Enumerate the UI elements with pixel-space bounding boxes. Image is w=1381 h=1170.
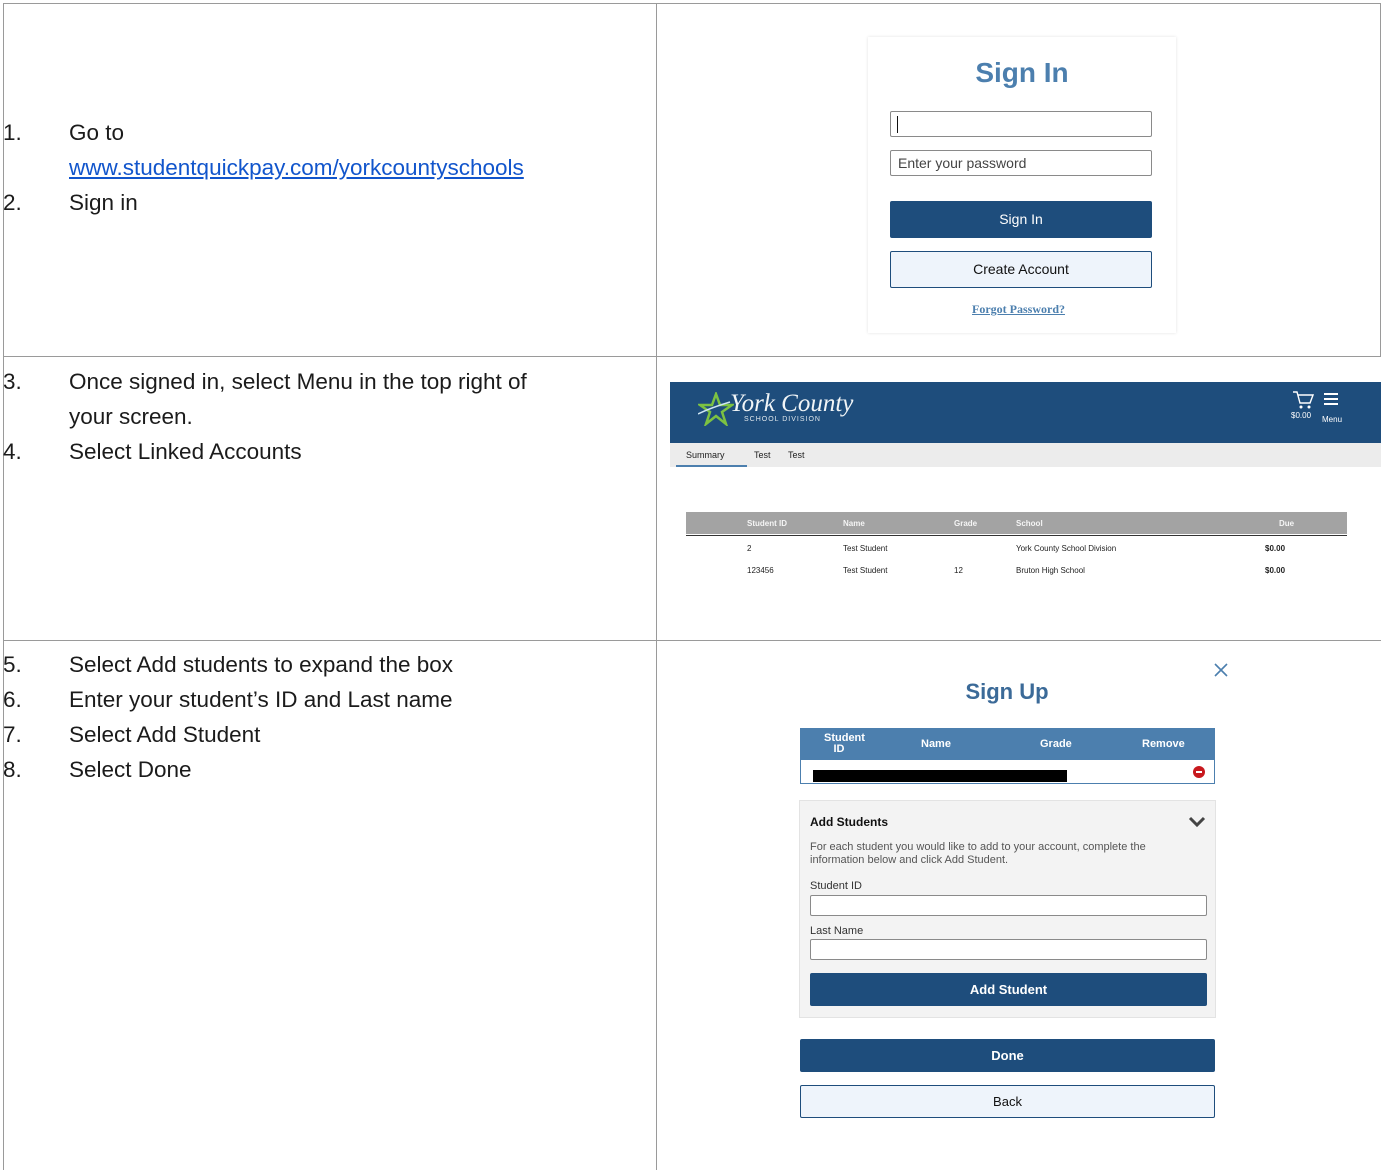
- col-name: Name: [843, 519, 865, 528]
- add-student-label: Add Student: [969, 982, 1048, 997]
- cart-icon[interactable]: [1292, 390, 1314, 410]
- text-caret: [897, 116, 898, 133]
- signin-title: Sign In: [975, 57, 1069, 88]
- cell-name: Test Student: [843, 544, 888, 553]
- col-remove: Remove: [1142, 738, 1185, 750]
- dashboard-tabs: Summary Test Test: [670, 443, 1381, 467]
- step-1: 1. Go to www.studentquickpay.com/yorkcou…: [3, 115, 653, 185]
- redacted-student-info: [813, 770, 1067, 782]
- step-text: your screen.: [69, 404, 193, 429]
- add-students-panel: Add Students For each student you would …: [799, 800, 1216, 1018]
- remove-icon[interactable]: [1193, 766, 1205, 778]
- col-grade: Grade: [954, 519, 978, 528]
- cell-school: York County School Division: [1016, 544, 1117, 553]
- cell-due: $0.00: [1265, 544, 1286, 553]
- step-5: 5. Select Add students to expand the box: [3, 647, 653, 682]
- cell-school: Bruton High School: [1016, 566, 1085, 575]
- add-students-description: For each student you would like to add t…: [810, 841, 1146, 866]
- logo-text: York County: [730, 390, 854, 417]
- tab-summary[interactable]: Summary: [686, 450, 725, 460]
- cell-name: Test Student: [843, 566, 888, 575]
- col-grade: Grade: [1040, 738, 1072, 750]
- linked-students-header: Student ID Name Grade Remove: [800, 728, 1215, 760]
- step-text: Enter your student’s ID and Last name: [69, 687, 453, 712]
- username-input[interactable]: [890, 111, 1152, 137]
- cell-due: $0.00: [1265, 566, 1286, 575]
- cell-grade: 12: [954, 566, 963, 575]
- password-input[interactable]: Enter your password: [890, 150, 1152, 176]
- step-number: 8.: [3, 757, 22, 782]
- logo-subtext: SCHOOL DIVISION: [744, 416, 821, 423]
- step-2: 2. Sign in: [3, 185, 653, 220]
- cell-student-id: 2: [747, 544, 752, 553]
- table-border-row1: [3, 356, 1381, 357]
- step-text: Once signed in, select Menu in the top r…: [69, 369, 527, 394]
- step-text: Select Add students to expand the box: [69, 652, 454, 677]
- students-table-header: Student ID Name Grade School Due: [686, 512, 1347, 534]
- menu-icon[interactable]: [1323, 392, 1339, 406]
- step-text: Select Add Student: [69, 722, 261, 747]
- step-text: Select Linked Accounts: [69, 439, 302, 464]
- steps-row1: 1. Go to www.studentquickpay.com/yorkcou…: [3, 115, 653, 220]
- col-school: School: [1016, 519, 1043, 528]
- close-icon[interactable]: [1213, 662, 1229, 678]
- tab-test-1[interactable]: Test: [754, 450, 771, 460]
- step-number: 5.: [3, 652, 22, 677]
- table-divider: [686, 535, 1347, 536]
- signup-title: Sign Up: [965, 679, 1049, 704]
- step-number: 6.: [3, 687, 22, 712]
- table-border-row2: [3, 640, 1381, 641]
- table-border-middle: [656, 3, 657, 1170]
- step-text: Go to: [69, 120, 125, 145]
- col-student-id: Student ID: [747, 519, 787, 528]
- last-name-label: Last Name: [810, 925, 864, 937]
- create-account-button[interactable]: Create Account: [890, 251, 1152, 288]
- student-id-input[interactable]: [810, 895, 1207, 916]
- signin-panel: Sign In Enter your password Sign In Crea…: [868, 37, 1176, 333]
- linked-student-row: [800, 760, 1215, 784]
- step-text: Sign in: [69, 190, 138, 215]
- steps-row2: 3. Once signed in, select Menu in the to…: [3, 364, 653, 469]
- dashboard-header: York County SCHOOL DIVISION $0.00 Menu: [670, 382, 1381, 443]
- student-id-label: Student ID: [810, 880, 862, 892]
- create-account-label: Create Account: [973, 261, 1069, 277]
- studentquickpay-link[interactable]: www.studentquickpay.com/yorkcountyschool…: [69, 155, 524, 180]
- col-due: Due: [1279, 519, 1295, 528]
- col-name: Name: [921, 738, 951, 750]
- steps-row3: 5. Select Add students to expand the box…: [3, 647, 653, 787]
- step-number: 7.: [3, 722, 22, 747]
- step-text: Select Done: [69, 757, 192, 782]
- back-label: Back: [993, 1094, 1022, 1109]
- step-number: 4.: [3, 439, 22, 464]
- password-placeholder: Enter your password: [898, 155, 1027, 171]
- add-student-button[interactable]: Add Student: [810, 973, 1207, 1006]
- cell-student-id: 123456: [747, 566, 774, 575]
- last-name-input[interactable]: [810, 939, 1207, 960]
- add-students-title[interactable]: Add Students: [810, 815, 888, 829]
- table-border-top: [3, 3, 1381, 4]
- forgot-password-link[interactable]: Forgot Password?: [972, 302, 1065, 317]
- step-number: 2.: [3, 190, 22, 215]
- done-label: Done: [991, 1048, 1024, 1063]
- menu-label[interactable]: Menu: [1322, 415, 1342, 424]
- tab-test-2[interactable]: Test: [788, 450, 805, 460]
- cart-amount: $0.00: [1291, 411, 1312, 420]
- done-button[interactable]: Done: [800, 1039, 1215, 1072]
- step-4: 4. Select Linked Accounts: [3, 434, 653, 469]
- step-7: 7. Select Add Student: [3, 717, 653, 752]
- star-logo-icon[interactable]: [698, 392, 734, 426]
- col-student-id: Student ID: [824, 732, 865, 755]
- active-tab-indicator: [676, 465, 747, 467]
- step-6: 6. Enter your student’s ID and Last name: [3, 682, 653, 717]
- step-3: 3. Once signed in, select Menu in the to…: [3, 364, 653, 434]
- chevron-down-icon[interactable]: [1188, 816, 1206, 828]
- step-8: 8. Select Done: [3, 752, 653, 787]
- back-button[interactable]: Back: [800, 1085, 1215, 1118]
- step-number: 3.: [3, 369, 22, 394]
- signin-button[interactable]: Sign In: [890, 201, 1152, 238]
- step-number: 1.: [3, 120, 22, 145]
- signin-button-label: Sign In: [999, 211, 1043, 227]
